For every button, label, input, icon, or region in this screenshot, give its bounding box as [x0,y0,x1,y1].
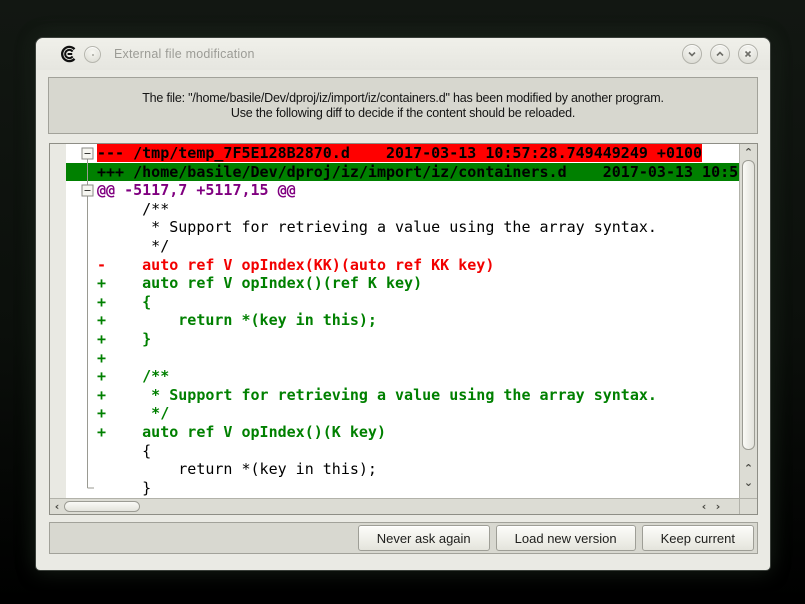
scroll-left-icon[interactable]: ‹ [699,499,709,514]
diff-line: { [66,442,739,461]
keep-current-button[interactable]: Keep current [642,525,754,551]
diff-line: + { [66,293,739,312]
scrollbar-corner [739,498,757,514]
diff-line: + */ [66,404,739,423]
diff-left-margin [50,144,66,498]
scroll-right-icon[interactable]: › [713,499,723,514]
diff-line: +++ /home/basile/Dev/dproj/iz/import/iz/… [66,163,739,182]
scroll-left-icon[interactable]: ‹ [52,499,62,514]
diff-line: + auto ref V opIndex()(K key) [66,423,739,442]
dialog-window: External file modification [35,37,771,571]
scroll-up-icon[interactable]: ⌃ [740,146,757,158]
never-ask-again-button[interactable]: Never ask again [358,525,490,551]
vertical-scrollbar-thumb[interactable] [742,160,755,450]
message-line-1: The file: "/home/basile/Dev/dproj/iz/imp… [142,91,664,106]
scroll-down-icon[interactable]: ⌄ [740,476,757,488]
diff-line: * Support for retrieving a value using t… [66,218,739,237]
diff-line: */ [66,237,739,256]
close-icon [742,48,754,60]
diff-line: /** [66,200,739,219]
title-bar[interactable]: External file modification [36,38,770,70]
maximize-button[interactable] [710,44,730,64]
diff-line: + * Support for retrieving a value using… [66,386,739,405]
horizontal-scrollbar-thumb[interactable] [64,501,140,512]
chevron-up-icon [714,48,726,60]
message-line-2: Use the following diff to decide if the … [231,106,575,121]
button-bar: Never ask again Load new version Keep cu… [49,522,758,554]
diff-line: + } [66,330,739,349]
vertical-scrollbar[interactable]: ⌃ ⌃ ⌄ [739,144,757,498]
diff-line: return *(key in this); [66,460,739,479]
scroll-up-icon[interactable]: ⌃ [740,462,757,474]
minimize-button[interactable] [682,44,702,64]
diff-line: + /** [66,367,739,386]
chevron-down-icon [686,48,698,60]
message-panel: The file: "/home/basile/Dev/dproj/iz/imp… [48,77,758,134]
window-menu-button[interactable] [84,46,101,63]
coedit-logo-icon [60,45,78,63]
diff-scroll-area: --- /tmp/temp_7F5E128B2870.d 2017-03-13 … [49,143,758,515]
diff-line: @@ -5117,7 +5117,15 @@ [66,181,739,200]
diff-line: } [66,479,739,498]
close-button[interactable] [738,44,758,64]
diff-line: + [66,349,739,368]
diff-line: + return *(key in this); [66,311,739,330]
load-new-version-button[interactable]: Load new version [496,525,636,551]
diff-line: --- /tmp/temp_7F5E128B2870.d 2017-03-13 … [66,144,739,163]
diff-lines: --- /tmp/temp_7F5E128B2870.d 2017-03-13 … [66,144,739,497]
diff-line: + auto ref V opIndex()(ref K key) [66,274,739,293]
horizontal-scrollbar[interactable]: ‹ ‹ › [50,498,739,514]
desktop-background: External file modification [0,0,805,604]
diff-viewport[interactable]: --- /tmp/temp_7F5E128B2870.d 2017-03-13 … [66,144,739,498]
diff-line: - auto ref V opIndex(KK)(auto ref KK key… [66,256,739,275]
window-title: External file modification [114,47,682,61]
